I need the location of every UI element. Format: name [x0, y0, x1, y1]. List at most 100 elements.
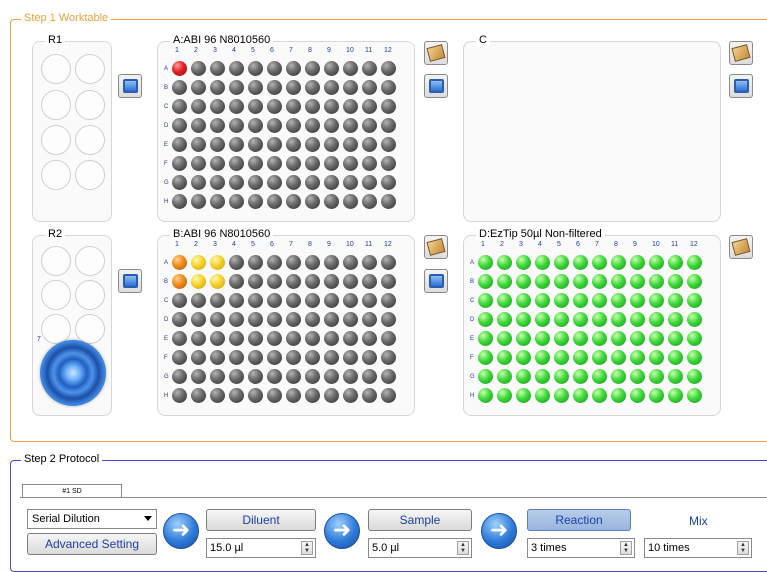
plate-well[interactable]	[497, 331, 512, 346]
plate-well[interactable]	[668, 255, 683, 270]
plate-well[interactable]	[516, 331, 531, 346]
plate-a-panel[interactable]: A:ABI 96 N8010560 1 2 3 4 5 6 7 8 9 10 11 12 A B C D E F G…	[157, 34, 415, 222]
r2-well[interactable]	[41, 246, 71, 276]
plate-well[interactable]	[497, 274, 512, 289]
plate-well[interactable]	[191, 99, 206, 114]
plate-well[interactable]	[210, 137, 225, 152]
r1-monitor-button[interactable]	[118, 74, 142, 98]
plate-well[interactable]	[573, 331, 588, 346]
plate-a-box-button[interactable]	[424, 41, 448, 65]
plate-well[interactable]	[649, 331, 664, 346]
plate-well[interactable]	[611, 255, 626, 270]
plate-well[interactable]	[229, 331, 244, 346]
plate-well[interactable]	[478, 293, 493, 308]
plate-well[interactable]	[343, 255, 358, 270]
plate-well[interactable]	[172, 255, 187, 270]
plate-well[interactable]	[248, 61, 263, 76]
plate-well[interactable]	[305, 61, 320, 76]
plate-well[interactable]	[267, 255, 282, 270]
plate-well[interactable]	[286, 99, 301, 114]
spinner-icon[interactable]: ▲ ▼	[301, 541, 313, 555]
plate-well[interactable]	[305, 99, 320, 114]
plate-well[interactable]	[191, 61, 206, 76]
plate-well[interactable]	[324, 61, 339, 76]
plate-well[interactable]	[592, 388, 607, 403]
plate-well[interactable]	[554, 369, 569, 384]
plate-well[interactable]	[248, 274, 263, 289]
plate-well[interactable]	[229, 369, 244, 384]
plate-well[interactable]	[248, 194, 263, 209]
plate-well[interactable]	[305, 156, 320, 171]
plate-well[interactable]	[191, 175, 206, 190]
plate-well[interactable]	[305, 312, 320, 327]
plate-well[interactable]	[649, 255, 664, 270]
plate-well[interactable]	[497, 255, 512, 270]
method-dropdown[interactable]: Serial Dilution	[27, 509, 157, 529]
plate-well[interactable]	[210, 293, 225, 308]
plate-well[interactable]	[286, 350, 301, 365]
plate-well[interactable]	[535, 312, 550, 327]
plate-well[interactable]	[172, 274, 187, 289]
plate-well[interactable]	[210, 175, 225, 190]
plate-well[interactable]	[172, 350, 187, 365]
plate-well[interactable]	[172, 80, 187, 95]
plate-well[interactable]	[172, 137, 187, 152]
plate-well[interactable]	[305, 255, 320, 270]
plate-well[interactable]	[381, 274, 396, 289]
r1-panel[interactable]: R1	[32, 34, 112, 222]
plate-well[interactable]	[611, 293, 626, 308]
plate-well[interactable]	[286, 293, 301, 308]
plate-well[interactable]	[611, 388, 626, 403]
plate-well[interactable]	[478, 312, 493, 327]
plate-well[interactable]	[516, 293, 531, 308]
plate-well[interactable]	[267, 61, 282, 76]
plate-well[interactable]	[343, 369, 358, 384]
plate-well[interactable]	[381, 350, 396, 365]
plate-well[interactable]	[478, 331, 493, 346]
plate-well[interactable]	[343, 99, 358, 114]
plate-well[interactable]	[343, 293, 358, 308]
plate-well[interactable]	[324, 255, 339, 270]
plate-well[interactable]	[478, 369, 493, 384]
plate-well[interactable]	[191, 156, 206, 171]
r2-well[interactable]	[41, 280, 71, 310]
plate-well[interactable]	[286, 175, 301, 190]
plate-well[interactable]	[573, 388, 588, 403]
plate-well[interactable]	[362, 312, 377, 327]
spinner-icon[interactable]: ▲ ▼	[737, 541, 749, 555]
plate-well[interactable]	[649, 350, 664, 365]
plate-well[interactable]	[516, 369, 531, 384]
plate-well[interactable]	[516, 255, 531, 270]
plate-well[interactable]	[668, 293, 683, 308]
plate-well[interactable]	[611, 369, 626, 384]
plate-well[interactable]	[172, 118, 187, 133]
plate-well[interactable]	[191, 80, 206, 95]
plate-well[interactable]	[248, 388, 263, 403]
plate-well[interactable]	[362, 194, 377, 209]
plate-well[interactable]	[362, 156, 377, 171]
plate-well[interactable]	[286, 312, 301, 327]
plate-well[interactable]	[191, 388, 206, 403]
slot-c-box-button[interactable]	[729, 41, 753, 65]
plate-well[interactable]	[497, 293, 512, 308]
plate-well[interactable]	[248, 331, 263, 346]
plate-well[interactable]	[381, 80, 396, 95]
plate-well[interactable]	[305, 175, 320, 190]
plate-well[interactable]	[210, 369, 225, 384]
plate-well[interactable]	[324, 274, 339, 289]
plate-well[interactable]	[554, 388, 569, 403]
plate-well[interactable]	[286, 388, 301, 403]
plate-well[interactable]	[191, 312, 206, 327]
plate-well[interactable]	[687, 274, 702, 289]
mix-count-input[interactable]: 10 times ▲ ▼	[644, 538, 752, 558]
plate-well[interactable]	[191, 350, 206, 365]
plate-well[interactable]	[267, 80, 282, 95]
plate-well[interactable]	[267, 99, 282, 114]
plate-well[interactable]	[343, 118, 358, 133]
plate-well[interactable]	[630, 388, 645, 403]
plate-well[interactable]	[286, 331, 301, 346]
plate-well[interactable]	[592, 274, 607, 289]
plate-well[interactable]	[267, 156, 282, 171]
plate-well[interactable]	[611, 312, 626, 327]
plate-well[interactable]	[668, 350, 683, 365]
